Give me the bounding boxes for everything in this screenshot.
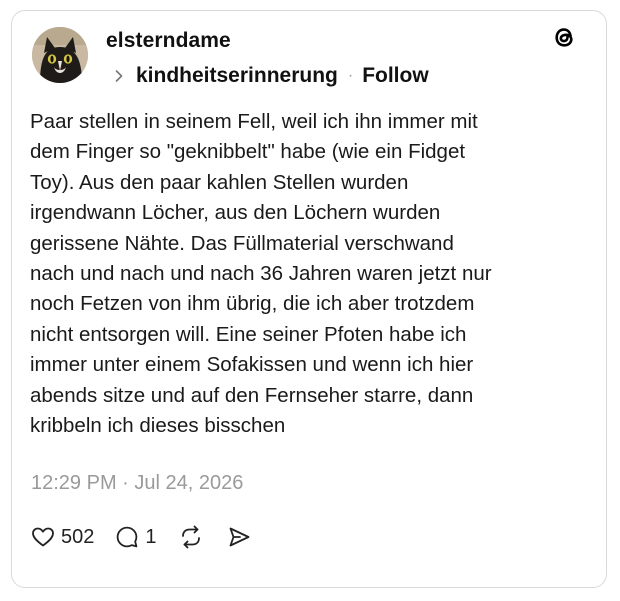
separator-dot: · [347,67,354,84]
reply-button[interactable]: 1 [114,524,157,550]
like-button[interactable]: 502 [30,524,94,550]
follow-button[interactable]: Follow [362,64,429,88]
comment-icon [117,526,138,548]
repost-icon [181,525,200,549]
post-body-text: Paar stellen in seinem Fell, weil ich ih… [30,110,492,438]
heart-icon [32,527,54,547]
post-timestamp[interactable]: 12:29 PM · Jul 24, 2026 [31,472,243,495]
topic-row: kindheitserinnerung · Follow [112,62,429,90]
threads-logo-icon[interactable] [549,22,579,52]
like-count: 502 [61,525,95,548]
reply-count: 1 [145,525,157,548]
cat-avatar-image [32,27,88,83]
repost-button[interactable] [178,524,204,550]
topic-link[interactable]: kindheitserinnerung [136,64,338,88]
share-button[interactable] [226,524,252,550]
send-icon [229,527,249,547]
author-username[interactable]: elsterndame [106,29,231,53]
action-bar: 502 1 [30,522,252,552]
chevron-right-icon [115,70,123,82]
avatar[interactable] [32,27,88,83]
